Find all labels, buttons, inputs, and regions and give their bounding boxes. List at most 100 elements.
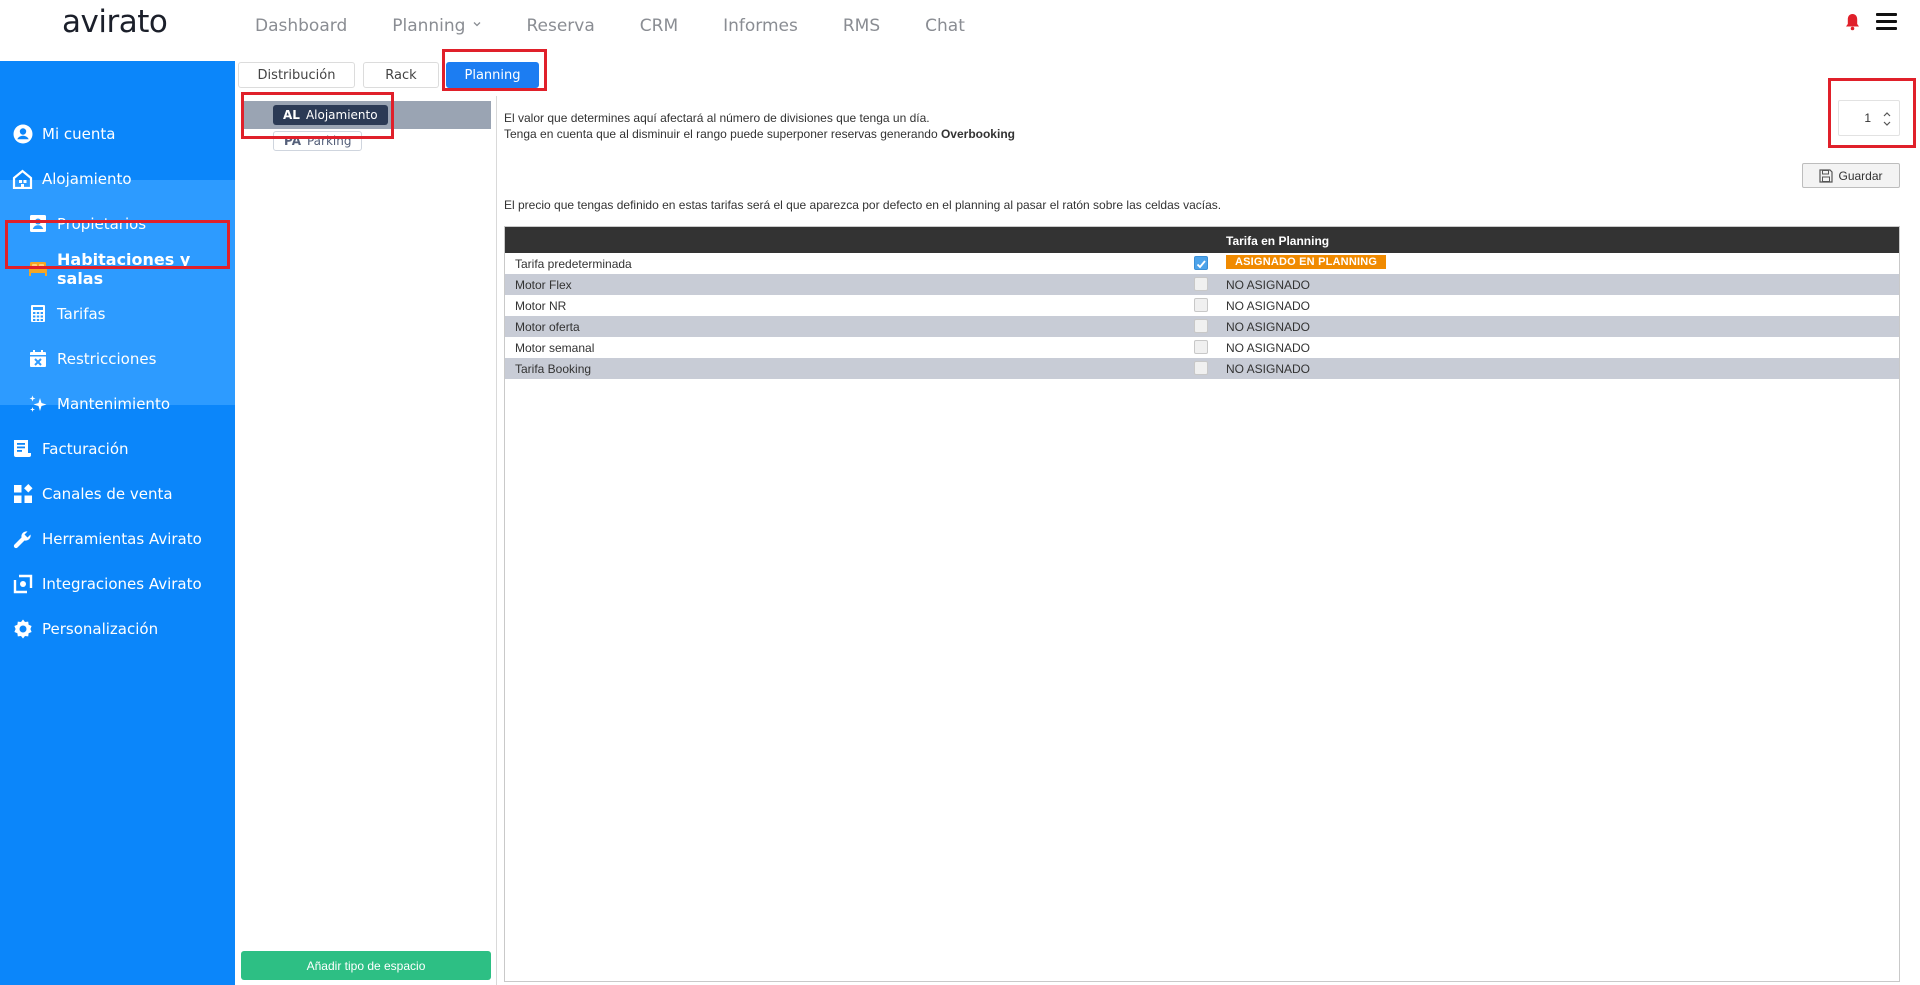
notification-bell-icon[interactable] — [1844, 13, 1861, 31]
nav-planning[interactable]: Planning — [392, 14, 481, 38]
tariff-info-text: El precio que tengas definido en estas t… — [504, 198, 1222, 212]
bed-icon — [27, 258, 48, 279]
status-badge: ASIGNADO EN PLANNING — [1226, 255, 1387, 269]
divisions-value: 1 — [1864, 111, 1871, 125]
building-icon — [12, 168, 33, 189]
sidebar-item-label: Restricciones — [57, 349, 157, 368]
calendar-x-icon — [27, 348, 48, 369]
nav-dashboard[interactable]: Dashboard — [255, 14, 347, 38]
floppy-disk-icon — [1819, 168, 1834, 183]
spinner-arrows-icon[interactable] — [1883, 110, 1891, 128]
space-type-row-alojamiento[interactable]: AL Alojamiento — [243, 101, 491, 129]
sidebar-item-label: Personalización — [42, 619, 159, 638]
nav-crm-label: CRM — [639, 16, 679, 36]
owner-card-icon — [27, 213, 48, 234]
user-circle-icon — [12, 123, 33, 144]
tariff-name: Motor Flex — [515, 278, 572, 292]
nav-chat[interactable]: Chat — [925, 14, 965, 38]
tariff-name: Motor oferta — [515, 320, 580, 334]
sidebar-item-label: Habitaciones y salas — [57, 249, 191, 288]
status-text: NO ASIGNADO — [1226, 362, 1311, 376]
table-row: Motor semanal NO ASIGNADO — [505, 337, 1899, 358]
space-type-code: AL — [283, 108, 300, 122]
space-type-code: PA — [284, 134, 301, 148]
sidebar-item-habitaciones-y-salas[interactable]: Habitaciones y salas — [0, 246, 235, 291]
overbooking-keyword: Overbooking — [940, 127, 1015, 141]
nav-planning-label: Planning — [392, 16, 466, 36]
sidebar-item-mi-cuenta[interactable]: Mi cuenta — [0, 111, 235, 156]
sidebar-item-label: Alojamiento — [42, 169, 132, 188]
tariff-name: Tarifa Booking — [515, 362, 592, 376]
column-header-tarifa-en-planning: Tarifa en Planning — [1226, 234, 1330, 248]
top-bar: avirato Dashboard Planning Reserva CRM I… — [0, 0, 1920, 61]
space-types-panel: AL Alojamiento PA Parking — [235, 96, 497, 985]
sidebar-item-alojamiento[interactable]: Alojamiento — [0, 156, 235, 201]
tab-rack[interactable]: Rack — [363, 62, 439, 88]
sidebar-item-label: Facturación — [42, 439, 129, 458]
sidebar-item-label: Tarifas — [57, 304, 106, 323]
wrench-icon — [12, 528, 33, 549]
table-row: Tarifa Booking NO ASIGNADO — [505, 358, 1899, 379]
nav-crm[interactable]: CRM — [640, 14, 678, 38]
nav-rms-label: RMS — [842, 16, 881, 36]
tariff-checkbox[interactable] — [1194, 361, 1208, 375]
nav-reserva[interactable]: Reserva — [526, 14, 594, 38]
avirato-logo[interactable]: avirato — [62, 4, 168, 40]
status-text: NO ASIGNADO — [1226, 341, 1311, 355]
tariff-checkbox[interactable] — [1194, 340, 1208, 354]
space-type-row-parking[interactable]: PA Parking — [243, 131, 491, 159]
sidebar-item-label: Mi cuenta — [42, 124, 116, 143]
integration-icon — [12, 573, 33, 594]
divisions-number-input[interactable]: 1 — [1838, 100, 1900, 136]
space-type-pill-alojamiento[interactable]: AL Alojamiento — [273, 105, 388, 125]
sidebar-item-integraciones-avirato[interactable]: Integraciones Avirato — [0, 561, 235, 606]
sidebar-item-propietarios[interactable]: Propietarios — [0, 201, 235, 246]
menu-hamburger-icon[interactable] — [1876, 13, 1897, 30]
tariff-name: Motor NR — [515, 299, 567, 313]
nav-rms[interactable]: RMS — [843, 14, 880, 38]
invoice-icon — [12, 438, 33, 459]
save-button-label: Guardar — [1838, 168, 1883, 183]
tariff-checkbox[interactable] — [1194, 256, 1208, 270]
status-text: NO ASIGNADO — [1226, 320, 1311, 334]
top-navigation: Dashboard Planning Reserva CRM Informes … — [255, 14, 1010, 38]
space-type-label: Alojamiento — [305, 108, 378, 122]
channels-grid-icon — [12, 483, 33, 504]
table-header: Tarifa en Planning — [505, 227, 1899, 253]
sidebar-item-mantenimiento[interactable]: Mantenimiento — [0, 381, 235, 426]
space-type-label: Parking — [306, 134, 352, 148]
sidebar-item-facturacion[interactable]: Facturación — [0, 426, 235, 471]
sidebar-item-label: Mantenimiento — [57, 394, 170, 413]
nav-dashboard-label: Dashboard — [255, 16, 348, 36]
tariff-checkbox[interactable] — [1194, 277, 1208, 291]
tab-distribucion[interactable]: Distribución — [238, 62, 355, 88]
sidebar: Mi cuenta Alojamiento Propietarios Habit… — [0, 61, 235, 985]
sidebar-item-label: Propietarios — [57, 214, 147, 233]
tariff-name: Tarifa predeterminada — [515, 257, 632, 271]
add-space-type-button[interactable]: Añadir tipo de espacio — [241, 951, 491, 980]
save-button[interactable]: Guardar — [1802, 163, 1900, 188]
nav-chat-label: Chat — [925, 16, 965, 36]
tab-planning[interactable]: Planning — [446, 62, 539, 88]
sidebar-item-tarifas[interactable]: Tarifas — [0, 291, 235, 336]
sparkles-icon — [27, 393, 48, 414]
sidebar-item-canales-de-venta[interactable]: Canales de venta — [0, 471, 235, 516]
nav-informes-label: Informes — [723, 16, 798, 36]
tariff-name: Motor semanal — [515, 341, 595, 355]
table-row: Motor NR NO ASIGNADO — [505, 295, 1899, 316]
sidebar-item-label: Herramientas Avirato — [42, 529, 202, 548]
tariffs-table: Tarifa en Planning Tarifa predeterminada… — [504, 226, 1900, 982]
table-row: Motor oferta NO ASIGNADO — [505, 316, 1899, 337]
tariff-checkbox[interactable] — [1194, 298, 1208, 312]
tariff-checkbox[interactable] — [1194, 319, 1208, 333]
customize-gear-icon — [12, 618, 33, 639]
sidebar-item-herramientas-avirato[interactable]: Herramientas Avirato — [0, 516, 235, 561]
sidebar-item-personalizacion[interactable]: Personalización — [0, 606, 235, 651]
sidebar-item-restricciones[interactable]: Restricciones — [0, 336, 235, 381]
table-row: Tarifa predeterminada ASIGNADO EN PLANNI… — [505, 253, 1899, 274]
sidebar-item-label: Integraciones Avirato — [42, 574, 202, 593]
space-type-pill-parking[interactable]: PA Parking — [273, 131, 363, 151]
status-text: NO ASIGNADO — [1226, 278, 1311, 292]
nav-informes[interactable]: Informes — [723, 14, 798, 38]
overbooking-warning-prefix: Tenga en cuenta que al disminuir el rang… — [504, 127, 941, 141]
